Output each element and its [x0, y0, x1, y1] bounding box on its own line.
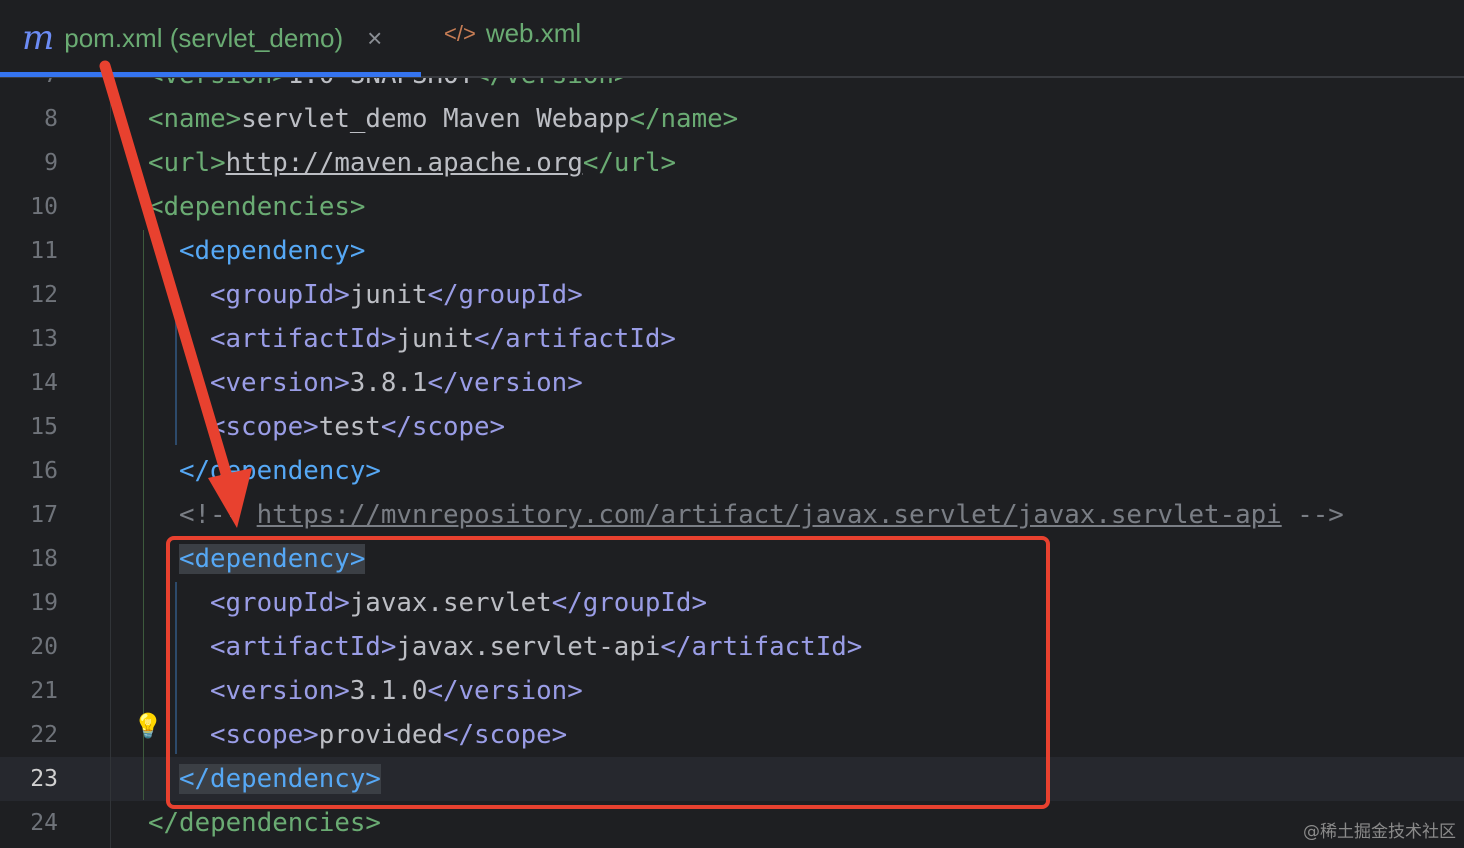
annotation-arrow: [99, 60, 252, 528]
